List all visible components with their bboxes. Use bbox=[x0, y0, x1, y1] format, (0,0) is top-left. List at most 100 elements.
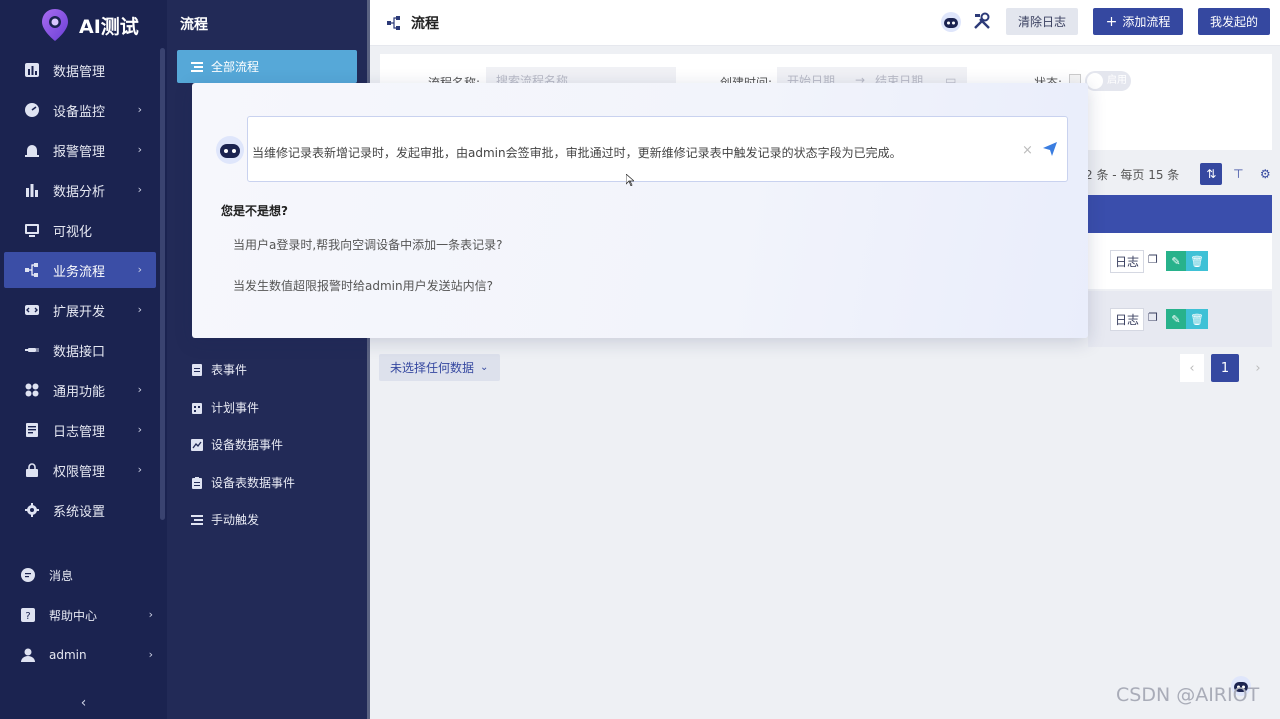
prev-page-button[interactable]: ‹ bbox=[1180, 354, 1204, 382]
subnav-item-label: 计划事件 bbox=[211, 401, 260, 415]
selection-dropdown[interactable]: 未选择任何数据 ⌄ bbox=[379, 354, 500, 381]
screen-icon bbox=[24, 222, 40, 238]
clear-input-icon[interactable]: × bbox=[1022, 143, 1033, 158]
delete-icon[interactable]: 🗑 bbox=[1186, 251, 1209, 271]
subnav-item-table-event[interactable]: 表事件 bbox=[191, 361, 247, 378]
copy-icon[interactable]: ❐ bbox=[1148, 311, 1162, 327]
edit-icon[interactable]: ✎ bbox=[1166, 251, 1187, 271]
page-1-button[interactable]: 1 bbox=[1211, 354, 1239, 382]
bar-chart-icon bbox=[24, 62, 40, 78]
sidebar-item-business-flow[interactable]: 业务流程 › bbox=[4, 252, 156, 288]
selection-label: 未选择任何数据 bbox=[390, 361, 475, 375]
analysis-icon bbox=[24, 182, 40, 198]
sidebar-item-common-functions[interactable]: 通用功能 › bbox=[4, 372, 156, 408]
alarm-icon bbox=[24, 142, 40, 158]
record-count: 2 条 - 每页 15 条 bbox=[1085, 167, 1180, 182]
subnav-item-label: 全部流程 bbox=[211, 60, 260, 74]
gear-icon bbox=[24, 502, 40, 518]
subnav-item-device-table-event[interactable]: 设备表数据事件 bbox=[191, 474, 295, 491]
sidebar-item-alarm[interactable]: 报警管理 › bbox=[4, 132, 156, 168]
message-icon bbox=[20, 567, 36, 583]
status-toggle[interactable]: 启用 bbox=[1085, 71, 1131, 91]
sort-icon[interactable]: ⇅ bbox=[1200, 163, 1223, 185]
subnav-item-label: 手动触发 bbox=[211, 513, 260, 527]
subnav-item-all-flows[interactable]: 全部流程 bbox=[177, 50, 357, 83]
watermark: CSDN @AIRIOT bbox=[1116, 684, 1260, 706]
table-row: 日志 ❐ ✎ 🗑 bbox=[1088, 291, 1272, 347]
sidebar-item-label: 通用功能 bbox=[53, 384, 106, 400]
sidebar-item-label: 日志管理 bbox=[53, 424, 106, 440]
delete-icon[interactable]: 🗑 bbox=[1186, 309, 1209, 329]
sidebar-item-device-monitor[interactable]: 设备监控 › bbox=[4, 92, 156, 128]
my-started-button[interactable]: 我发起的 bbox=[1198, 8, 1270, 35]
sidebar-scrollbar[interactable] bbox=[160, 48, 165, 520]
user-icon bbox=[20, 647, 36, 663]
add-flow-label: 添加流程 bbox=[1122, 15, 1171, 29]
calendar-icon bbox=[191, 400, 203, 416]
subnav-item-device-data-event[interactable]: 设备数据事件 bbox=[191, 436, 283, 453]
edit-icon[interactable]: ✎ bbox=[1166, 309, 1187, 329]
ai-prompt-input[interactable]: 当维修记录表新增记录时，发起审批，由admin会签审批，审批通过时，更新维修记录… bbox=[247, 116, 1068, 182]
ai-robot-icon[interactable] bbox=[940, 11, 962, 33]
sidebar-item-messages[interactable]: 消息 bbox=[0, 555, 167, 595]
clear-log-button[interactable]: 清除日志 bbox=[1006, 8, 1078, 35]
sidebar-item-label: 设备监控 bbox=[53, 104, 106, 120]
sidebar-item-data-management[interactable]: 数据管理 bbox=[4, 52, 156, 88]
monitor-icon bbox=[24, 102, 40, 118]
copy-icon[interactable]: ❐ bbox=[1148, 253, 1162, 269]
sidebar-item-user[interactable]: admin › bbox=[0, 635, 167, 675]
collapse-sidebar-icon[interactable]: ‹ bbox=[0, 695, 167, 711]
sidebar-item-data-analysis[interactable]: 数据分析 › bbox=[4, 172, 156, 208]
sidebar-item-help[interactable]: ? 帮助中心 › bbox=[0, 595, 167, 635]
log-button[interactable]: 日志 bbox=[1110, 249, 1145, 273]
sidebar-item-system-settings[interactable]: 系统设置 bbox=[4, 492, 156, 528]
sidebar-item-label: 数据分析 bbox=[53, 184, 106, 200]
document-icon bbox=[191, 362, 203, 378]
svg-text:?: ? bbox=[25, 611, 30, 622]
suggestion-item[interactable]: 当用户a登录时,帮我向空调设备中添加一条表记录? bbox=[233, 236, 503, 253]
suggestion-item[interactable]: 当发生数值超限报警时给admin用户发送站内信? bbox=[233, 277, 493, 294]
sidebar-item-permission[interactable]: 权限管理 › bbox=[4, 452, 156, 488]
sidebar-item-extension[interactable]: 扩展开发 › bbox=[4, 292, 156, 328]
settings-icon[interactable]: ⚙ bbox=[1254, 163, 1276, 185]
toggle-label: 启用 bbox=[1107, 75, 1127, 86]
chart-icon bbox=[191, 437, 203, 453]
next-page-button[interactable]: › bbox=[1246, 354, 1270, 382]
sidebar-item-log-management[interactable]: 日志管理 › bbox=[4, 412, 156, 448]
page-title-text: 流程 bbox=[411, 16, 439, 32]
subnav-item-label: 设备数据事件 bbox=[211, 438, 284, 452]
help-label: 帮助中心 bbox=[49, 608, 98, 623]
list-icon bbox=[191, 59, 203, 75]
sidebar-item-label: 系统设置 bbox=[53, 504, 106, 520]
chevron-right-icon: › bbox=[148, 648, 153, 661]
table-header bbox=[1088, 195, 1272, 233]
main-sidebar: AI测试 数据管理 设备监控 › 报警管理 › 数据分析 › 可视化 业务流程 bbox=[0, 0, 167, 719]
help-icon: ? bbox=[20, 607, 36, 623]
sidebar-item-label: 业务流程 bbox=[53, 264, 106, 280]
chevron-right-icon: › bbox=[137, 423, 142, 436]
sidebar-nav: 数据管理 设备监控 › 报警管理 › 数据分析 › 可视化 业务流程 › 扩展开… bbox=[4, 52, 156, 532]
sidebar-item-visualization[interactable]: 可视化 bbox=[4, 212, 156, 248]
subnav-item-scheduled-event[interactable]: 计划事件 bbox=[191, 399, 259, 416]
sidebar-item-label: 可视化 bbox=[53, 224, 93, 240]
plus-icon: + bbox=[1105, 13, 1118, 30]
column-height-icon[interactable]: ⊤ bbox=[1227, 163, 1249, 185]
tools-icon[interactable] bbox=[973, 12, 991, 30]
grid-icon bbox=[24, 382, 40, 398]
add-flow-button[interactable]: + 添加流程 bbox=[1093, 8, 1183, 35]
sidebar-item-data-interface[interactable]: 数据接口 bbox=[4, 332, 156, 368]
chevron-down-icon: ⌄ bbox=[480, 362, 489, 373]
sidebar-item-label: 扩展开发 bbox=[53, 304, 106, 320]
send-icon[interactable] bbox=[1042, 141, 1058, 157]
chevron-right-icon: › bbox=[148, 608, 153, 621]
flow-icon bbox=[386, 15, 402, 31]
chevron-right-icon: › bbox=[137, 383, 142, 396]
subnav-item-manual-trigger[interactable]: 手动触发 bbox=[191, 511, 259, 528]
log-icon bbox=[24, 422, 40, 438]
chevron-right-icon: › bbox=[137, 263, 142, 276]
flow-icon bbox=[24, 262, 40, 278]
plug-icon bbox=[24, 342, 40, 358]
log-button[interactable]: 日志 bbox=[1110, 307, 1145, 331]
app-name: AI测试 bbox=[79, 15, 139, 38]
app-logo[interactable]: AI测试 bbox=[40, 8, 139, 42]
